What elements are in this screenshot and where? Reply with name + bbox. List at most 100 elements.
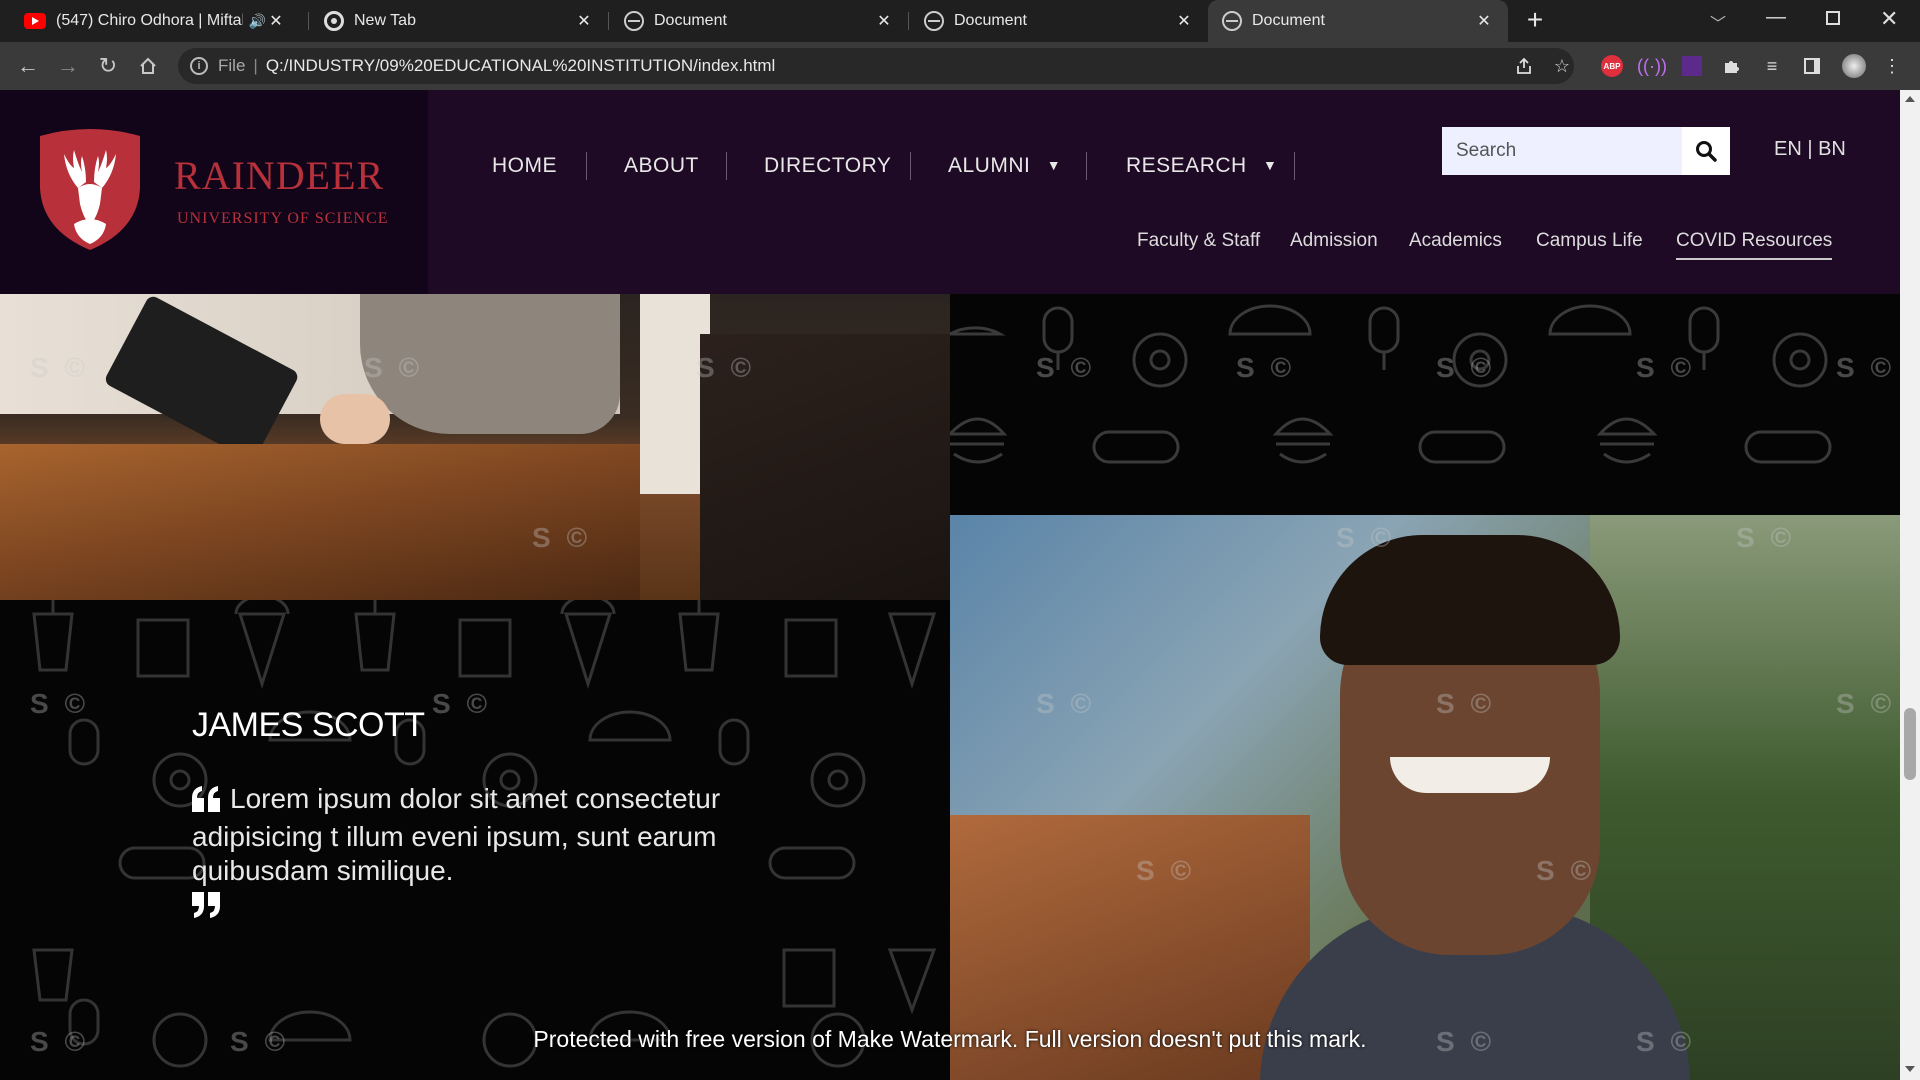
nav-home[interactable]: HOME — [492, 154, 557, 178]
nav-about[interactable]: ABOUT — [624, 154, 699, 178]
back-arrow-icon[interactable]: ← — [14, 52, 42, 80]
globe-icon — [1222, 11, 1242, 31]
caret-down-icon: ▼ — [1046, 157, 1062, 173]
reload-icon[interactable]: ↻ — [94, 52, 122, 80]
browser-tab-strip: (547) Chiro Odhora | Miftah 🔊 ✕ New Tab … — [0, 0, 1920, 42]
youtube-icon — [24, 13, 46, 29]
page-scrollbar[interactable] — [1900, 90, 1920, 1080]
globe-icon — [624, 11, 644, 31]
tab-title: Document — [1252, 12, 1325, 29]
address-bar[interactable]: i File | Q:/INDUSTRY/09%20EDUCATIONAL%20… — [178, 48, 1574, 84]
nav-alumni-label: ALUMNI — [948, 154, 1031, 177]
close-tab-icon[interactable]: ✕ — [1174, 11, 1194, 31]
url-text: Q:/INDUSTRY/09%20EDUCATIONAL%20INSTITUTI… — [265, 56, 776, 75]
subnav-admission[interactable]: Admission — [1290, 230, 1378, 252]
tab-title: New Tab — [354, 12, 416, 29]
testimonial-quote: Lorem ipsum dolor sit amet consectetur a… — [192, 782, 752, 926]
watermark-mark: S © — [1836, 352, 1896, 383]
nav-alumni[interactable]: ALUMNI ▼ — [948, 154, 1061, 178]
tab-youtube[interactable]: (547) Chiro Odhora | Miftah 🔊 ✕ — [10, 0, 300, 42]
watermark-mark: S © — [1636, 352, 1696, 383]
bookmark-star-icon[interactable]: ☆ — [1550, 54, 1574, 78]
restore-window-icon[interactable] — [1826, 11, 1840, 25]
scroll-down-arrow-icon[interactable] — [1905, 1066, 1915, 1072]
subnav-covid-resources[interactable]: COVID Resources — [1676, 230, 1833, 260]
quote-close-icon — [192, 892, 222, 926]
tab-search-chevron-down-icon[interactable]: ﹀ — [1710, 10, 1726, 34]
woman-at-table-photo — [0, 294, 950, 600]
site-header: RAINDEER UNIVERSITY OF SCIENCE HOME ABOU… — [0, 90, 1900, 294]
tab-new-tab[interactable]: New Tab ✕ — [310, 0, 608, 42]
subnav-faculty-staff[interactable]: Faculty & Staff — [1137, 230, 1260, 252]
watermark-mark: S © — [696, 352, 756, 383]
side-panel-icon[interactable] — [1800, 54, 1824, 78]
close-tab-icon[interactable]: ✕ — [574, 11, 594, 31]
scheme-label: File — [218, 56, 246, 75]
nav-research-label: RESEARCH — [1126, 154, 1247, 177]
tab-title: (547) Chiro Odhora | Miftah — [56, 12, 243, 29]
watermark-mark: S © — [1136, 855, 1196, 886]
reading-list-icon[interactable]: ≡ — [1760, 54, 1784, 78]
search-icon — [1696, 141, 1717, 162]
watermark-mark: S © — [1436, 352, 1496, 383]
tab-title: Document — [954, 12, 1027, 29]
new-tab-plus-icon[interactable]: + — [1520, 6, 1550, 36]
watermark-mark: S © — [1436, 688, 1496, 719]
browser-menu-icon[interactable]: ⋮ — [1880, 54, 1904, 78]
brand-name: RAINDEER — [174, 153, 385, 198]
logo-area[interactable]: RAINDEER UNIVERSITY OF SCIENCE — [0, 90, 428, 294]
chrome-icon — [324, 11, 344, 31]
profile-avatar[interactable] — [1842, 54, 1866, 78]
forward-arrow-icon[interactable]: → — [54, 52, 82, 80]
watermark-mark: S © — [30, 688, 90, 719]
language-switcher[interactable]: EN | BN — [1774, 138, 1846, 161]
quote-open-icon — [192, 786, 222, 820]
watermark-notice: Protected with free version of Make Wate… — [533, 1026, 1367, 1052]
watermark-mark: S © — [1536, 855, 1596, 886]
audio-playing-icon[interactable]: 🔊 — [249, 13, 266, 30]
subnav-campus-life[interactable]: Campus Life — [1536, 230, 1643, 252]
browser-toolbar: ← → ↻ i File | Q:/INDUSTRY/09%20EDUCATIO… — [0, 42, 1920, 90]
nav-directory[interactable]: DIRECTORY — [764, 154, 891, 178]
extensions-puzzle-icon[interactable] — [1720, 54, 1744, 78]
home-icon[interactable] — [134, 52, 162, 80]
watermark-mark: S © — [1036, 352, 1096, 383]
watermark-mark: S © — [532, 522, 592, 553]
adblock-plus-icon[interactable]: ABP — [1600, 54, 1624, 78]
close-tab-icon[interactable]: ✕ — [874, 11, 894, 31]
tab-title: Document — [654, 12, 727, 29]
watermark-mark: S © — [364, 352, 424, 383]
close-tab-icon[interactable]: ✕ — [1474, 11, 1494, 31]
share-icon[interactable] — [1512, 54, 1536, 78]
testimonial-quote-text: Lorem ipsum dolor sit amet consectetur a… — [192, 783, 721, 886]
search-input[interactable] — [1442, 127, 1682, 175]
tab-document-1[interactable]: Document ✕ — [610, 0, 908, 42]
watermark-mark: S © — [1036, 688, 1096, 719]
close-tab-icon[interactable]: ✕ — [266, 11, 286, 31]
smiling-man-photo — [950, 515, 1900, 1080]
testimonial-name: JAMES SCOTT — [192, 706, 425, 744]
watermark-mark: S © — [1336, 522, 1396, 553]
site-info-icon[interactable]: i — [190, 57, 208, 75]
broadcast-extension-icon[interactable]: ((·)) — [1637, 54, 1667, 78]
caret-down-icon: ▼ — [1263, 157, 1278, 173]
brand-tagline: UNIVERSITY OF SCIENCE — [177, 210, 389, 227]
watermark-mark: S © — [1736, 522, 1796, 553]
watermark-mark: S © — [30, 352, 90, 383]
nav-research[interactable]: RESEARCH ▼ — [1126, 154, 1277, 178]
close-window-icon[interactable]: ✕ — [1880, 6, 1898, 32]
web-page: JAMES SCOTT Lorem ipsum dolor sit amet c… — [0, 90, 1900, 1080]
watermark-mark: S © — [1836, 688, 1896, 719]
tab-document-2[interactable]: Document ✕ — [910, 0, 1208, 42]
search-button[interactable] — [1682, 127, 1730, 175]
scroll-up-arrow-icon[interactable] — [1905, 96, 1915, 102]
tab-document-active[interactable]: Document ✕ — [1208, 0, 1508, 42]
minimize-window-icon[interactable]: — — [1766, 6, 1786, 29]
watermark-mark: S © — [432, 688, 492, 719]
deer-shield-logo-icon — [40, 129, 140, 250]
purple-extension-icon[interactable] — [1680, 54, 1704, 78]
globe-icon — [924, 11, 944, 31]
scrollbar-thumb[interactable] — [1904, 708, 1916, 780]
subnav-academics[interactable]: Academics — [1409, 230, 1502, 252]
watermark-mark: S © — [1236, 352, 1296, 383]
